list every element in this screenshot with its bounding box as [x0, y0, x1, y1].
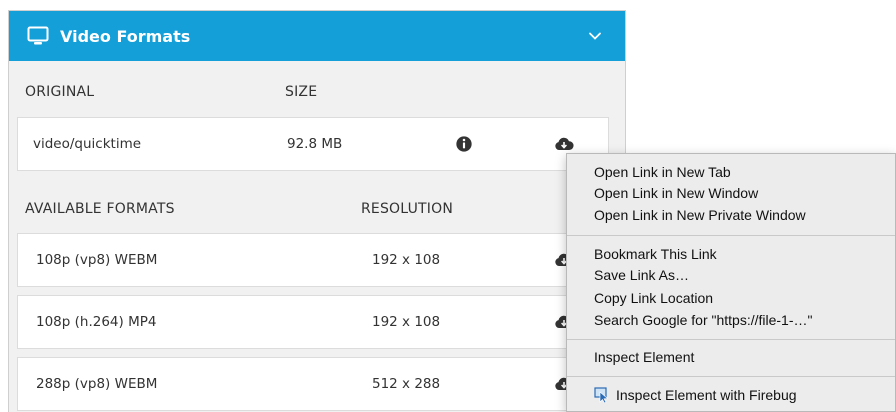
menu-item-inspect-with-firebug[interactable]: Inspect Element with Firebug — [616, 386, 797, 404]
menu-separator — [567, 339, 895, 340]
original-size: 92.8 MB — [287, 136, 343, 152]
menu-separator — [567, 376, 895, 377]
format-resolution: 192 x 108 — [372, 252, 441, 268]
format-row: 108p (h.264) MP4 192 x 108 — [17, 295, 609, 349]
menu-item-search-google[interactable]: Search Google for "https://file-1-…" — [594, 311, 812, 329]
format-name: 108p (vp8) WEBM — [36, 252, 158, 268]
chevron-down-icon[interactable] — [587, 28, 603, 44]
firebug-inspect-icon — [594, 387, 609, 403]
menu-item-save-link-as[interactable]: Save Link As… — [594, 266, 689, 284]
menu-item-open-new-tab[interactable]: Open Link in New Tab — [594, 163, 731, 181]
cloud-download-icon[interactable] — [554, 135, 574, 153]
format-name: 108p (h.264) MP4 — [36, 314, 157, 330]
menu-item-open-new-window[interactable]: Open Link in New Window — [594, 184, 758, 202]
resolution-header: RESOLUTION — [361, 201, 454, 217]
format-name: 288p (vp8) WEBM — [36, 376, 158, 392]
format-row: 108p (vp8) WEBM 192 x 108 — [17, 233, 609, 287]
original-header: ORIGINAL — [25, 84, 95, 100]
info-icon[interactable] — [454, 135, 474, 153]
menu-item-copy-link-location[interactable]: Copy Link Location — [594, 289, 713, 307]
video-formats-panel: Video Formats ORIGINAL SIZE video/quickt… — [8, 10, 626, 412]
size-header: SIZE — [285, 84, 318, 100]
menu-separator — [567, 235, 895, 236]
available-formats-header: AVAILABLE FORMATS — [25, 201, 175, 217]
format-row: 288p (vp8) WEBM 512 x 288 — [17, 357, 609, 411]
original-row: video/quicktime 92.8 MB — [17, 117, 609, 171]
panel-header[interactable]: Video Formats — [9, 11, 625, 61]
original-type: video/quicktime — [33, 136, 142, 152]
menu-item-inspect-element[interactable]: Inspect Element — [594, 348, 694, 366]
menu-item-bookmark-link[interactable]: Bookmark This Link — [594, 245, 717, 263]
menu-item-open-private-window[interactable]: Open Link in New Private Window — [594, 206, 806, 224]
context-menu: Open Link in New Tab Open Link in New Wi… — [566, 153, 896, 412]
format-resolution: 512 x 288 — [372, 376, 441, 392]
monitor-icon — [27, 26, 49, 45]
format-resolution: 192 x 108 — [372, 314, 441, 330]
panel-title: Video Formats — [60, 26, 191, 46]
